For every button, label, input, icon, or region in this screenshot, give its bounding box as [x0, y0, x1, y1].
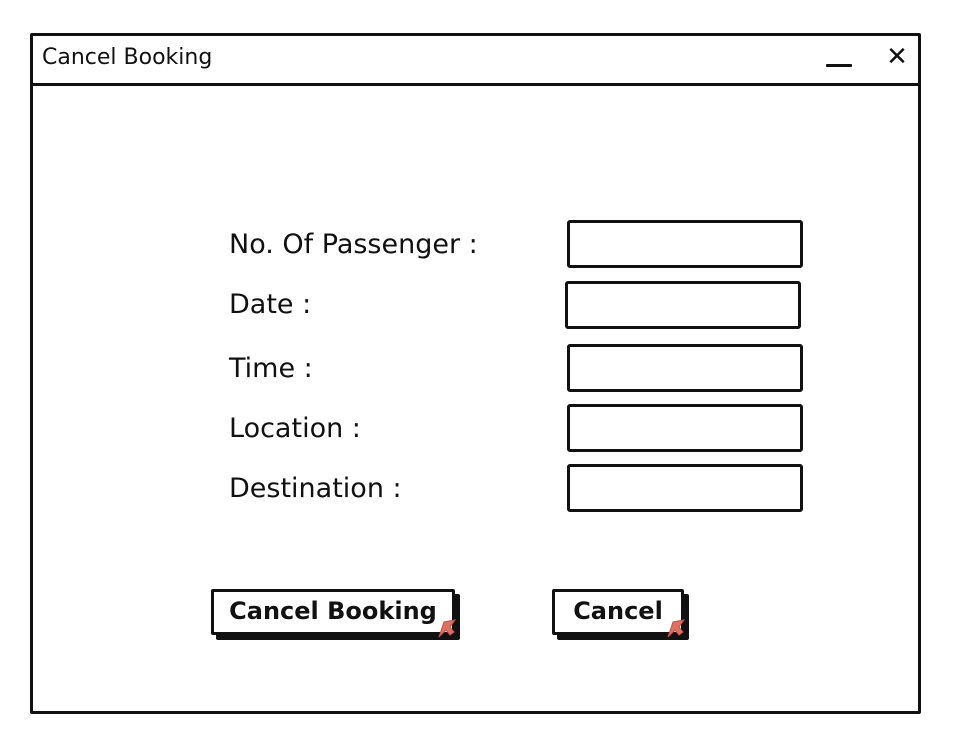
- close-icon[interactable]: ✕: [884, 42, 910, 72]
- cancel-booking-button[interactable]: Cancel Booking: [211, 589, 456, 638]
- pointer-cursor-icon: [438, 619, 456, 638]
- date-input[interactable]: [565, 281, 801, 329]
- time-label: Time :: [229, 353, 313, 384]
- cancel-booking-button-label: Cancel Booking: [229, 597, 437, 625]
- window-title: Cancel Booking: [42, 45, 213, 70]
- passenger-count-input[interactable]: [567, 220, 803, 268]
- minimize-icon[interactable]: [826, 64, 852, 67]
- cancel-button-label: Cancel: [573, 597, 663, 625]
- title-bar: Cancel Booking ✕: [33, 36, 918, 86]
- destination-label: Destination :: [229, 473, 402, 504]
- date-label: Date :: [229, 289, 312, 320]
- passenger-count-label: No. Of Passenger :: [229, 229, 478, 260]
- cancel-button[interactable]: Cancel: [552, 589, 685, 638]
- pointer-cursor-icon: [667, 619, 685, 638]
- time-input[interactable]: [567, 344, 803, 392]
- destination-input[interactable]: [567, 464, 803, 512]
- location-label: Location :: [229, 413, 361, 444]
- location-input[interactable]: [567, 404, 803, 452]
